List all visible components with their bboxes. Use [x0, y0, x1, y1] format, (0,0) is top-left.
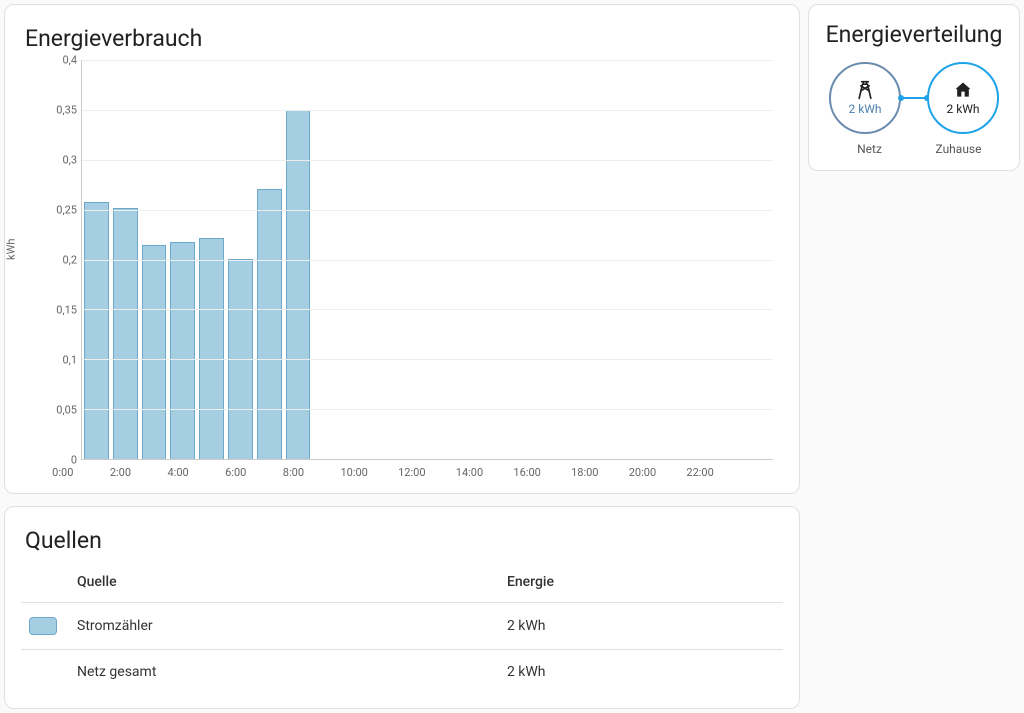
y-tick: 0,3 [62, 154, 77, 167]
grid-tower-icon [855, 80, 875, 100]
grid-node[interactable]: 2 kWh [829, 62, 901, 134]
sources-card: Quellen Quelle Energie Stromzähler2 kWhN… [4, 506, 800, 709]
energy-distribution-card: Energieverteilung 2 kWh 2 kWh [808, 4, 1020, 171]
gridline [82, 409, 773, 410]
sources-table: Quelle Energie Stromzähler2 kWhNetz gesa… [21, 562, 783, 694]
y-axis-label: kWh [5, 239, 18, 260]
bar[interactable] [170, 242, 195, 459]
table-row[interactable]: Netz gesamt2 kWh [21, 650, 783, 695]
x-tick: 22:00 [715, 466, 773, 479]
source-label: Netz gesamt [69, 650, 499, 695]
gridline [82, 210, 773, 211]
home-value: 2 kWh [946, 102, 979, 116]
y-tick: 0,1 [62, 354, 77, 367]
gridline [82, 260, 773, 261]
y-tick: 0,4 [62, 54, 77, 67]
y-tick: 0,35 [56, 104, 77, 117]
y-tick: 0,15 [56, 304, 77, 317]
sources-header-energy: Energie [499, 562, 783, 603]
bar[interactable] [142, 245, 167, 459]
chart-title: Energieverbrauch [25, 25, 783, 52]
gridline [82, 309, 773, 310]
bar-chart: kWh 00,050,10,150,20,250,30,350,4 [21, 60, 783, 460]
distribution-title: Energieverteilung [825, 21, 1003, 48]
bar[interactable] [286, 110, 311, 459]
flow-connector [901, 97, 927, 99]
energy-consumption-card: Energieverbrauch kWh 0 0,05 0,1 0,15 0,2 0,25… [4, 4, 800, 494]
source-energy: 2 kWh [499, 603, 783, 650]
bar[interactable] [113, 208, 138, 459]
gridline [82, 60, 773, 61]
home-node[interactable]: 2 kWh [927, 62, 999, 134]
gridline [82, 110, 773, 111]
bar[interactable] [84, 202, 109, 459]
bar[interactable] [257, 189, 282, 459]
series-swatch [29, 617, 57, 635]
x-axis: 0:002:004:006:008:0010:0012:0014:0016:00… [81, 460, 773, 479]
y-tick: 0 [71, 454, 77, 467]
y-tick: 0,2 [62, 254, 77, 267]
gridline [82, 359, 773, 360]
gridline [82, 160, 773, 161]
source-energy: 2 kWh [499, 650, 783, 695]
sources-header-source: Quelle [69, 562, 499, 603]
grid-label: Netz [825, 142, 914, 156]
y-tick: 0,25 [56, 204, 77, 217]
home-icon [953, 80, 973, 100]
y-tick: 0,05 [56, 404, 77, 417]
source-label: Stromzähler [69, 603, 499, 650]
table-row[interactable]: Stromzähler2 kWh [21, 603, 783, 650]
sources-title: Quellen [25, 527, 783, 554]
bar[interactable] [199, 238, 224, 459]
grid-value: 2 kWh [848, 102, 881, 116]
home-label: Zuhause [914, 142, 1003, 156]
